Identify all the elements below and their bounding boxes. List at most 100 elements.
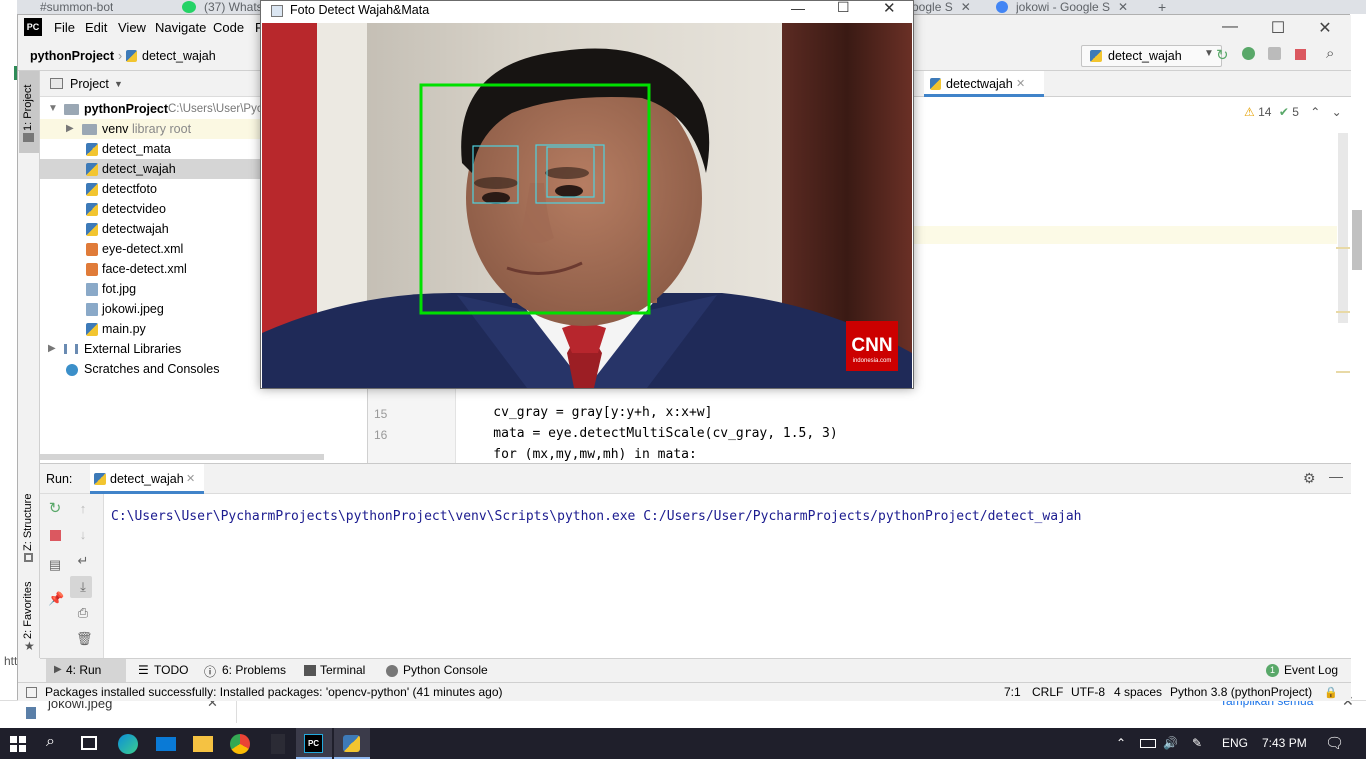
close-icon[interactable]: ✕ — [1310, 18, 1340, 38]
debug-icon[interactable] — [1242, 47, 1255, 60]
pen-icon[interactable]: ✎ — [1192, 736, 1202, 750]
run-config-select[interactable]: detect_wajah ▼ — [1081, 45, 1222, 67]
tree-venv-label: venv — [102, 122, 129, 136]
indent-setting[interactable]: 4 spaces — [1114, 685, 1162, 699]
browser-tab[interactable]: #summon-bot — [40, 0, 113, 14]
google-icon — [996, 1, 1008, 13]
favorites-tool-label: 2: Favorites — [22, 581, 34, 639]
project-tool-button[interactable]: 1: Project — [19, 71, 39, 153]
code-line[interactable]: for (mx,my,mw,mh) in mata: — [462, 447, 697, 462]
browser-tab[interactable]: jokowi - Google S ✕ — [1016, 0, 1128, 14]
print-icon[interactable]: ⎙ — [76, 606, 90, 620]
chrome-icon[interactable] — [230, 734, 250, 754]
arrow-down-icon[interactable]: ↓ — [76, 528, 90, 542]
app-icon[interactable] — [271, 734, 285, 754]
taskbar: ⌕ PC ⌃ 🔊 ✎ ENG 7:43 PM 🗨 — [0, 728, 1366, 759]
chevron-down-icon[interactable]: ▼ — [48, 99, 58, 119]
line-separator[interactable]: CRLF — [1032, 685, 1063, 699]
browser-scrollbar-thumb[interactable] — [1352, 210, 1362, 270]
editor-scrollbar[interactable] — [1338, 133, 1348, 323]
chevron-up-icon[interactable]: ⌃ — [1310, 105, 1320, 119]
layout-icon[interactable]: ▤ — [48, 558, 62, 572]
trash-icon[interactable]: 🗑 — [76, 632, 93, 646]
error-stripe-marker — [1336, 247, 1350, 249]
stop-icon[interactable] — [1295, 49, 1306, 60]
chevron-right-icon[interactable]: ▶ — [48, 339, 56, 359]
run-tab[interactable]: detect_wajah ✕ — [90, 464, 204, 494]
file-explorer-icon[interactable] — [193, 736, 213, 752]
editor-tab[interactable]: detectwajah ✕ — [924, 71, 1044, 97]
status-message[interactable]: Packages installed successfully: Install… — [45, 685, 503, 699]
menu-file[interactable]: File — [54, 20, 75, 35]
problems-icon: ⓘ — [204, 665, 217, 679]
new-tab-icon[interactable]: + — [1158, 0, 1166, 14]
maximize-icon[interactable]: ☐ — [837, 0, 850, 16]
tree-file-label: main.py — [102, 322, 146, 336]
chevron-down-icon[interactable]: ▼ — [114, 79, 123, 89]
minimize-icon[interactable]: — — [791, 0, 805, 16]
search-icon[interactable]: ⌕ — [46, 733, 55, 751]
code-line[interactable]: mata = eye.detectMultiScale(cv_gray, 1.5… — [462, 426, 837, 441]
pin-icon[interactable]: 📌 — [48, 592, 64, 606]
browser-tab[interactable]: oogle S ✕ — [912, 0, 971, 14]
mail-icon[interactable] — [156, 737, 176, 751]
python-interpreter[interactable]: Python 3.8 (pythonProject) — [1170, 685, 1312, 699]
chevron-down-icon[interactable]: ⌄ — [1332, 105, 1342, 119]
close-icon[interactable]: ✕ — [883, 0, 896, 17]
code-line[interactable]: cv_gray = gray[y:y+h, x:x+w] — [462, 405, 712, 420]
file-encoding[interactable]: UTF-8 — [1071, 685, 1105, 699]
volume-icon[interactable]: 🔊 — [1163, 736, 1178, 750]
chevron-up-icon[interactable]: ⌃ — [1116, 736, 1126, 750]
breadcrumb-project[interactable]: pythonProject — [30, 49, 114, 63]
chevron-right-icon[interactable]: ▶ — [66, 119, 74, 139]
toggle-tool-windows-icon[interactable] — [26, 687, 37, 698]
eye-right — [555, 185, 583, 197]
inspection-widget[interactable]: ⚠ 14 ✔ 5 ⌃ ⌄ — [1244, 105, 1342, 119]
battery-icon[interactable] — [1140, 739, 1156, 748]
console-output[interactable]: C:\Users\User\PycharmProjects\pythonProj… — [111, 509, 1082, 524]
terminal-tool-label: Terminal — [320, 663, 366, 677]
menu-navigate[interactable]: Navigate — [155, 20, 206, 35]
hide-icon[interactable]: — — [1329, 468, 1343, 484]
menu-code[interactable]: Code — [213, 20, 244, 35]
clock[interactable]: 7:43 PM — [1262, 736, 1307, 750]
minimize-icon[interactable]: — — [1215, 18, 1245, 36]
language-indicator[interactable]: ENG — [1222, 736, 1248, 750]
task-view-icon[interactable] — [81, 736, 97, 750]
close-icon[interactable]: ✕ — [1016, 77, 1025, 90]
windows-start-icon[interactable] — [10, 736, 26, 752]
menu-edit[interactable]: Edit — [85, 20, 107, 35]
arrow-up-icon[interactable]: ↑ — [76, 502, 90, 516]
browser-tab[interactable]: (37) Whats — [204, 0, 263, 14]
white-flag — [317, 23, 367, 333]
project-panel-title[interactable]: Project — [70, 77, 109, 91]
maximize-icon[interactable]: ☐ — [1263, 18, 1293, 38]
gear-icon[interactable]: ⚙ — [1303, 470, 1316, 487]
external-libraries-label: External Libraries — [84, 342, 182, 356]
soft-wrap-icon[interactable]: ↵ — [76, 554, 90, 568]
pycharm-taskbar-button[interactable]: PC — [296, 728, 332, 759]
lock-icon[interactable]: 🔒 — [1324, 686, 1338, 699]
cv-title-bar[interactable]: Foto Detect Wajah&Mata — ☐ ✕ — [261, 0, 913, 23]
structure-tool-button[interactable]: Z: Structure — [19, 489, 39, 563]
edge-icon[interactable] — [118, 734, 138, 754]
python-taskbar-button[interactable] — [334, 728, 370, 759]
tree-root-path: C:\Users\User\Pyc — [168, 103, 263, 115]
close-icon[interactable]: ✕ — [961, 0, 971, 14]
favorites-tool-button[interactable]: 2: Favorites ★ — [19, 581, 39, 653]
close-icon[interactable]: ✕ — [1118, 0, 1128, 14]
coverage-icon[interactable] — [1268, 47, 1281, 60]
rerun-icon[interactable]: ↻ — [1216, 46, 1229, 64]
stop-icon[interactable] — [50, 530, 61, 541]
notification-icon[interactable]: 🗨 — [1325, 734, 1344, 752]
horizontal-scrollbar[interactable] — [40, 454, 324, 460]
search-icon[interactable]: ⌕ — [1326, 45, 1334, 62]
xml-file-icon — [86, 263, 98, 276]
rerun-icon[interactable]: ↻ — [48, 501, 62, 516]
menu-view[interactable]: View — [118, 20, 146, 35]
caret-position[interactable]: 7:1 — [1004, 685, 1021, 699]
breadcrumb-file[interactable]: detect_wajah — [142, 49, 216, 63]
close-icon[interactable]: ✕ — [186, 472, 195, 485]
image-file-icon — [86, 303, 98, 316]
run-tool-button[interactable]: ▶ 4: Run — [46, 659, 126, 683]
